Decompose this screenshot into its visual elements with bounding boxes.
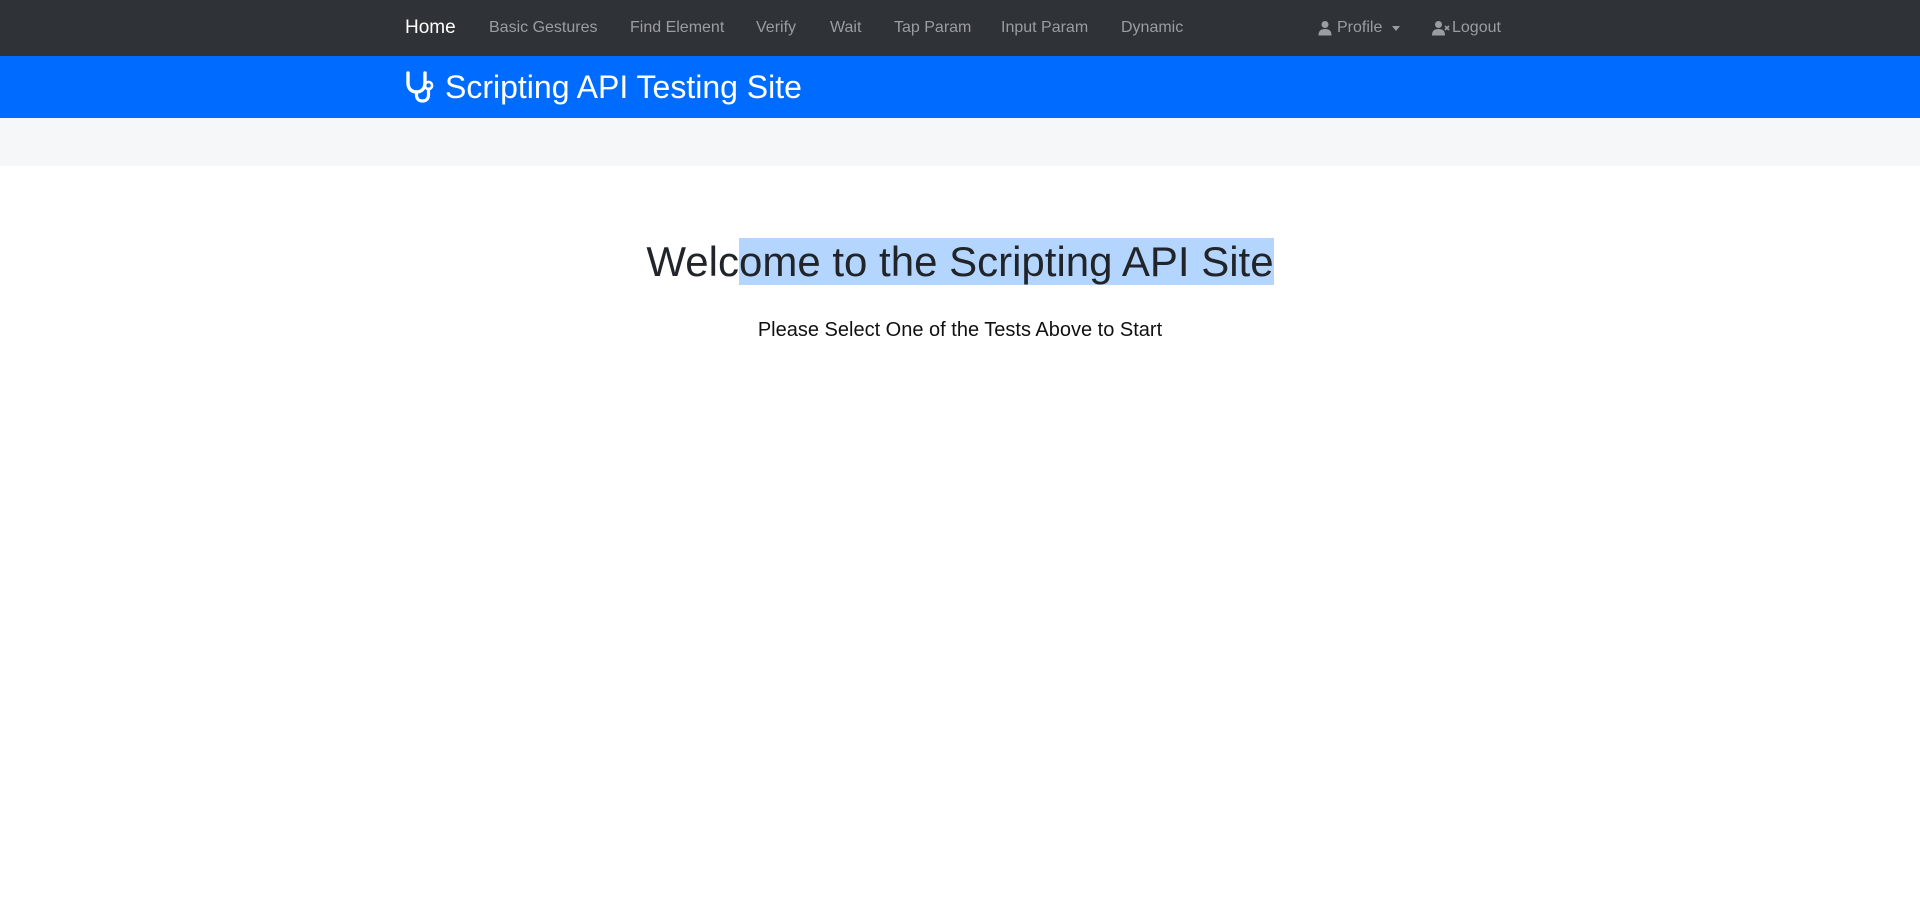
nav-verify[interactable]: Verify <box>756 0 796 56</box>
nav-wait[interactable]: Wait <box>830 0 861 56</box>
banner-container: Scripting API Testing Site <box>403 56 802 118</box>
heading-text-plain: Welc <box>646 238 739 285</box>
nav-home-link[interactable]: Home <box>405 0 456 56</box>
site-title: Scripting API Testing Site <box>445 68 802 105</box>
navbar-container: Home Basic Gestures Find Element Verify … <box>405 0 1515 56</box>
page-subtitle: Please Select One of the Tests Above to … <box>757 319 1163 341</box>
site-banner: Scripting API Testing Site <box>0 56 1920 118</box>
nav-find-element[interactable]: Find Element <box>630 0 724 56</box>
secondary-bar <box>0 118 1920 166</box>
logout-label: Logout <box>1452 19 1501 36</box>
user-times-icon <box>1432 21 1450 36</box>
nav-basic-gestures[interactable]: Basic Gestures <box>489 0 597 56</box>
heading-text-selected: ome to the Scripting API Site <box>738 238 1274 285</box>
chevron-down-icon <box>1392 25 1401 31</box>
top-navbar: Home Basic Gestures Find Element Verify … <box>0 0 1920 56</box>
page-heading: Welcome to the Scripting API Site <box>0 236 1920 288</box>
profile-label: Profile <box>1337 19 1383 36</box>
nav-tap-param[interactable]: Tap Param <box>894 0 971 56</box>
logout-button[interactable]: Logout <box>1432 0 1501 56</box>
profile-dropdown[interactable]: Profile <box>1317 0 1401 56</box>
nav-dynamic[interactable]: Dynamic <box>1121 0 1183 56</box>
user-icon <box>1318 21 1332 36</box>
nav-input-param[interactable]: Input Param <box>1001 0 1088 56</box>
stethoscope-icon <box>406 71 434 103</box>
